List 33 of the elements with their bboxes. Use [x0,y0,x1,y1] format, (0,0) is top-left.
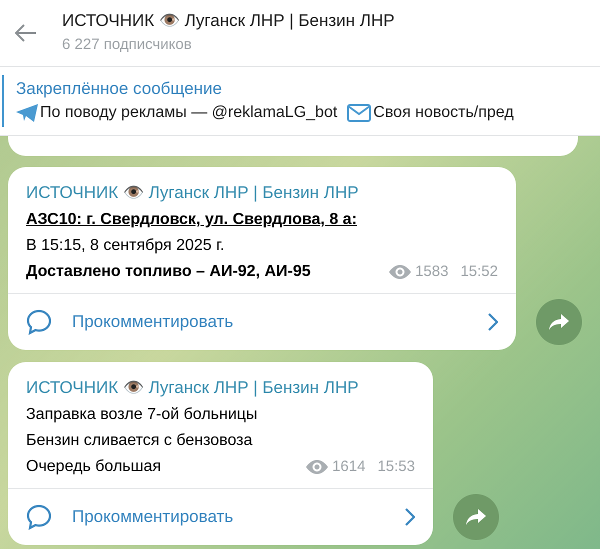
message-line: Бензин сливается с бензовоза [26,431,254,451]
back-arrow-icon [15,24,37,42]
paper-plane-icon [16,104,38,122]
chevron-right-icon [488,313,498,331]
share-arrow-icon [466,509,486,525]
subscriber-count: 6 227 подписчиков [62,35,193,55]
pinned-text: Своя новость/пред [373,103,514,123]
share-arrow-icon [549,314,569,330]
message-line: Доставлено топливо – АИ-92, АИ-95 [26,262,312,282]
message-line: Очередь большая [26,457,162,477]
share-button[interactable] [453,494,499,540]
channel-title: ИСТОЧНИК 👁 Луганск ЛНР | Бензин ЛНР [62,10,395,32]
eye-icon [306,460,328,474]
comment-button[interactable]: Прокомментировать [8,294,516,350]
speech-bubble-icon [26,504,52,530]
share-button[interactable] [536,299,582,345]
envelope-icon [347,104,372,122]
message-time: 15:52 [460,262,498,282]
pinned-text: По поводу рекламы — @reklamaLG_bot [40,103,338,123]
message-line: В 15:15, 8 сентября 2025 г. [26,236,226,256]
pinned-label: Закреплённое сообщение [16,78,223,100]
eye-icon [389,264,412,279]
message-line: АЗС10: г. Свердловск, ул. Свердлова, 8 а: [26,210,357,230]
message-line: Заправка возле 7-ой больницы [26,405,258,425]
pinned-message-bar[interactable]: Закреплённое сообщение По поводу рекламы — @reklamaLG_bot Своя новость/пред [0,66,600,136]
author-name[interactable]: ИСТОЧНИК 👁 Луганск ЛНР | Бензин ЛНР [26,179,498,207]
view-count: 1583 [415,262,448,282]
view-count: 1614 [332,456,366,476]
chevron-right-icon [405,508,415,526]
message-time: 15:53 [377,456,415,476]
comment-button[interactable]: Прокомментировать [8,489,433,545]
speech-bubble-icon [26,309,52,335]
author-name[interactable]: ИСТОЧНИК 👁 Луганск ЛНР | Бензин ЛНР [26,374,415,402]
